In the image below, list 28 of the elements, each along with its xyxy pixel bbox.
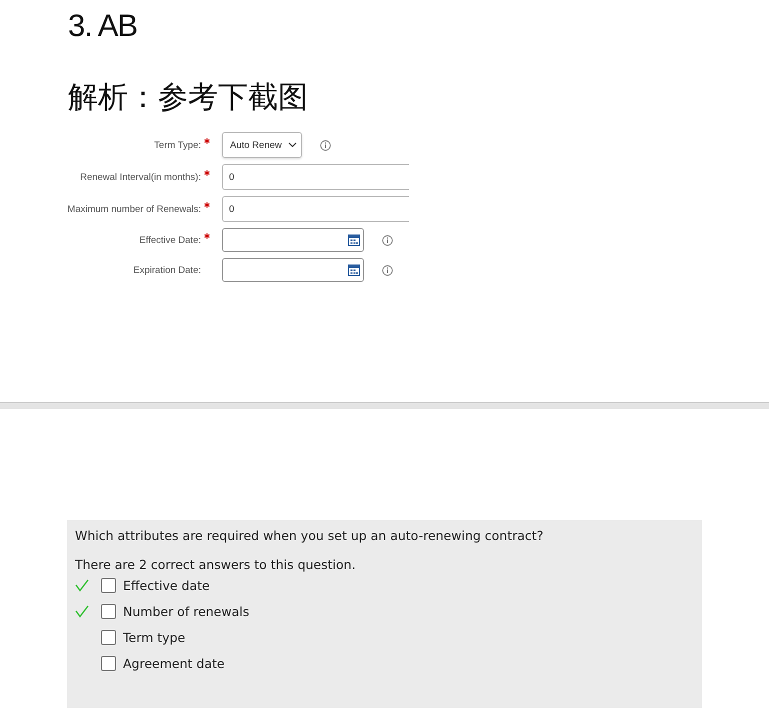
field-label: Term Type: — [154, 140, 201, 150]
calendar-icon[interactable] — [348, 234, 360, 246]
option-label: Agreement date — [123, 656, 225, 670]
question-number: 3. AB — [68, 7, 138, 45]
field-label: Renewal Interval(in months): — [80, 172, 201, 182]
term-type-dropdown[interactable]: Auto Renew — [222, 132, 302, 158]
option-label: Number of renewals — [123, 604, 250, 618]
option-label: Term type — [123, 630, 186, 644]
date-field[interactable] — [222, 228, 364, 252]
question-text: Which attributes are required when you set up an auto-renewing contract? — [75, 528, 544, 543]
info-icon[interactable] — [382, 264, 393, 276]
checkbox[interactable] — [101, 656, 116, 670]
field-label: Expiration Date: — [133, 264, 201, 276]
analysis-heading: 解析：参考下截图 — [68, 80, 309, 116]
checkbox[interactable] — [101, 604, 116, 618]
input-field[interactable]: 0 — [222, 196, 409, 222]
date-field[interactable] — [222, 258, 364, 282]
checkbox[interactable] — [101, 578, 116, 592]
field-label: Maximum number of Renewals: — [67, 204, 201, 214]
info-icon[interactable] — [382, 234, 393, 246]
info-icon[interactable] — [320, 140, 331, 150]
field-label: Effective Date: — [139, 234, 201, 246]
option-label: Effective date — [123, 578, 210, 592]
checkbox[interactable] — [101, 630, 116, 644]
chevron-down-icon — [288, 142, 297, 148]
question-hint: There are 2 correct answers to this question. — [75, 557, 357, 572]
calendar-icon[interactable] — [348, 264, 360, 276]
input-field[interactable]: 0 — [222, 164, 409, 190]
